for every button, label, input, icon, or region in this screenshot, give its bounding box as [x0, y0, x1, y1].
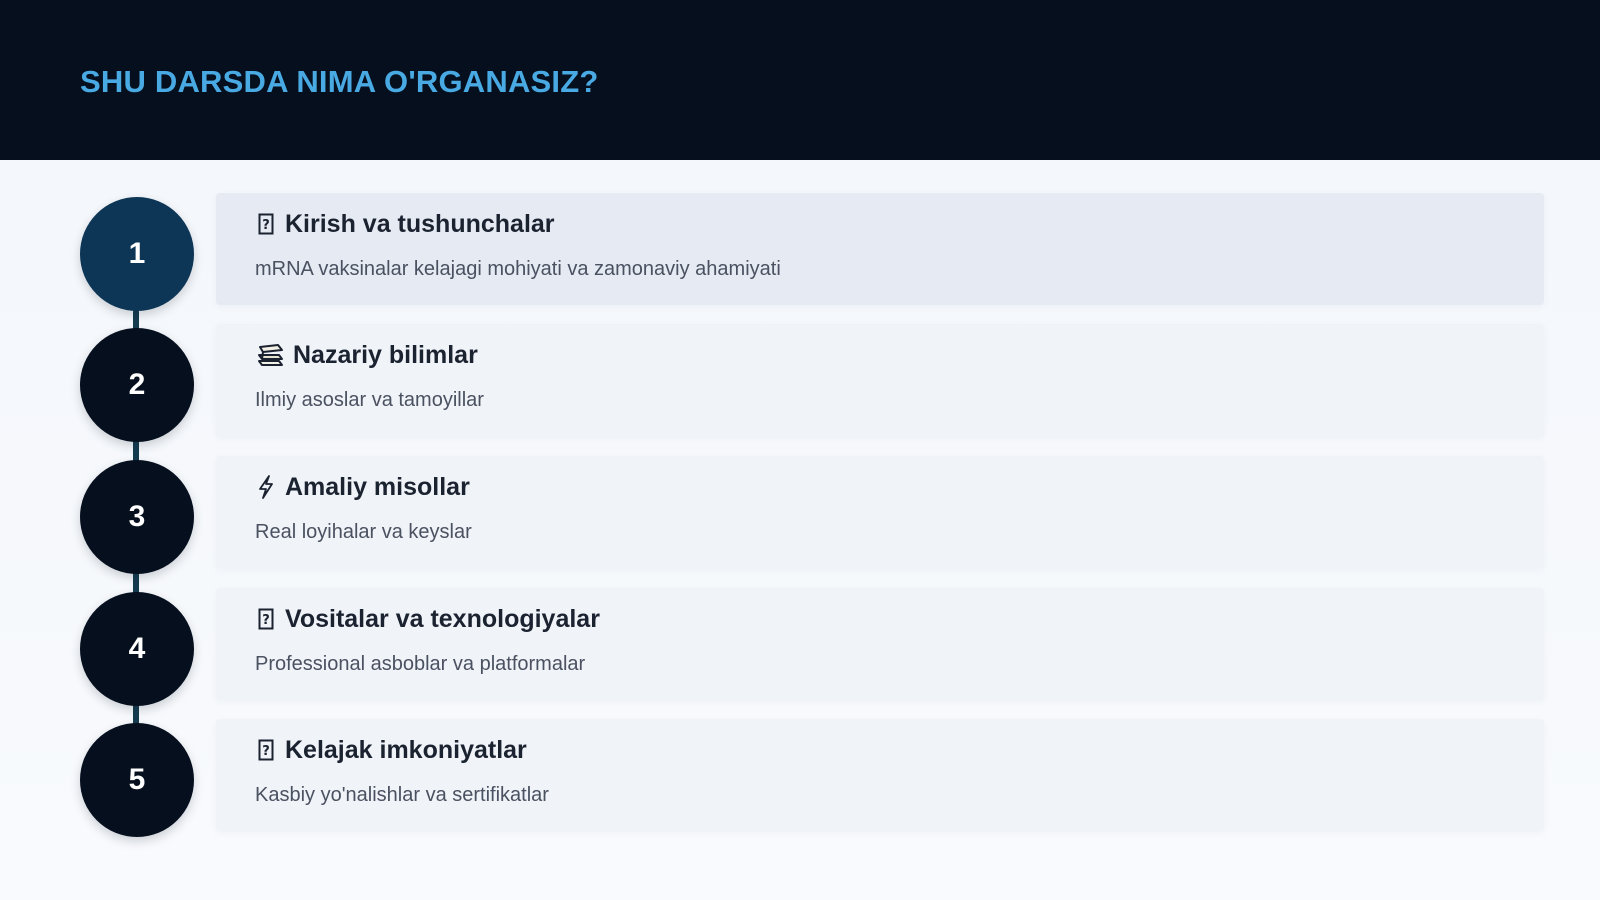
step-description: Real loyihalar va keyslar: [255, 521, 472, 543]
missing-glyph-icon: ?: [255, 736, 277, 764]
step-title: Kirish va tushunchalar: [285, 210, 555, 238]
step-number-badge: 2: [80, 328, 194, 442]
step-title: Amaliy misollar: [285, 473, 470, 501]
step-card[interactable]: ? Kelajak imkoniyatlar Kasbiy yo'nalishl…: [216, 719, 1544, 831]
step-item: 4 ? Vositalar va texnologiyalar Professi…: [0, 588, 1600, 706]
step-heading: ? Kirish va tushunchalar: [255, 207, 555, 241]
step-item: 1 ? Kirish va tushunchalar mRNA vaksinal…: [0, 193, 1600, 311]
step-card[interactable]: Amaliy misollar Real loyihalar va keysla…: [216, 456, 1544, 568]
svg-text:?: ?: [262, 218, 270, 233]
page-title: SHU DARSDA NIMA O'RGANASIZ?: [80, 64, 599, 99]
step-number-badge: 5: [80, 723, 194, 837]
step-heading: Nazariy bilimlar: [255, 338, 478, 372]
step-title: Kelajak imkoniyatlar: [285, 736, 527, 764]
svg-text:?: ?: [262, 744, 270, 759]
step-description: mRNA vaksinalar kelajagi mohiyati va zam…: [255, 258, 781, 280]
step-description: Ilmiy asoslar va tamoyillar: [255, 389, 484, 411]
lightning-icon: [255, 473, 277, 501]
step-title: Nazariy bilimlar: [293, 341, 478, 369]
step-item: 2 Nazariy bilimlar Ilmiy asoslar va tamo…: [0, 324, 1600, 442]
step-heading: Amaliy misollar: [255, 470, 470, 504]
step-card[interactable]: ? Kirish va tushunchalar mRNA vaksinalar…: [216, 193, 1544, 305]
step-title: Vositalar va texnologiyalar: [285, 605, 600, 633]
step-number-badge: 4: [80, 592, 194, 706]
step-description: Professional asboblar va platformalar: [255, 653, 586, 675]
step-description: Kasbiy yo'nalishlar va sertifikatlar: [255, 784, 549, 806]
step-number-badge: 3: [80, 460, 194, 574]
step-heading: ? Kelajak imkoniyatlar: [255, 733, 527, 767]
step-card[interactable]: ? Vositalar va texnologiyalar Profession…: [216, 588, 1544, 700]
missing-glyph-icon: ?: [255, 605, 277, 633]
books-icon: [255, 341, 285, 369]
step-item: 3 Amaliy misollar Real loyihalar va keys…: [0, 456, 1600, 574]
step-card[interactable]: Nazariy bilimlar Ilmiy asoslar va tamoyi…: [216, 324, 1544, 436]
missing-glyph-icon: ?: [255, 210, 277, 238]
svg-text:?: ?: [262, 613, 270, 628]
header-bar: SHU DARSDA NIMA O'RGANASIZ?: [0, 0, 1600, 160]
step-heading: ? Vositalar va texnologiyalar: [255, 602, 600, 636]
step-item: 5 ? Kelajak imkoniyatlar Kasbiy yo'nalis…: [0, 719, 1600, 837]
step-number-badge: 1: [80, 197, 194, 311]
